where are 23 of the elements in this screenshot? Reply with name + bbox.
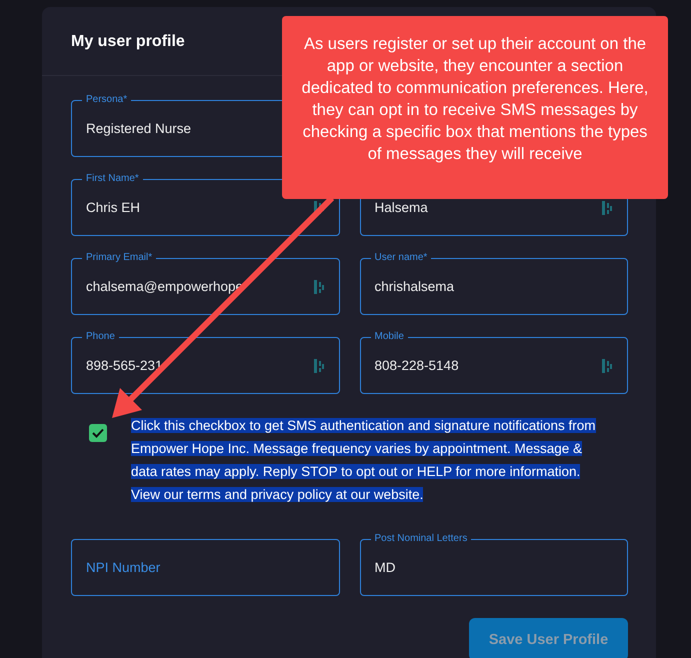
field-value: MD bbox=[374, 560, 396, 575]
field-value: Chris EH bbox=[86, 200, 142, 215]
autofill-icon[interactable] bbox=[601, 358, 613, 374]
input-field[interactable]: Mobile 808-228-5148 bbox=[360, 330, 628, 394]
field-value: chalsema@empowerhope bbox=[86, 279, 244, 294]
field-value: 808-228-5148 bbox=[374, 358, 460, 373]
field-value: chrishalsema bbox=[374, 279, 456, 294]
autofill-icon[interactable] bbox=[312, 358, 324, 374]
field-label: Primary Email* bbox=[82, 252, 156, 264]
input-field[interactable]: Primary Email* chalsema@empowerhope bbox=[71, 251, 340, 315]
page-title: My user profile bbox=[71, 33, 185, 50]
field-value: 898-565-231 bbox=[86, 358, 164, 373]
autofill-icon[interactable] bbox=[312, 278, 324, 294]
field-placeholder: NPI Number bbox=[86, 560, 162, 575]
field-value: Halsema bbox=[374, 200, 429, 215]
consent-text: Click this checkbox to get SMS authentication and signature notifications from Empower Hope Inc. Message frequency varies by appointment. Message & data rates may apply. Reply STOP to opt out or HELP for more information. View our terms and privacy policy at our website. bbox=[131, 417, 596, 504]
input-field[interactable]: Phone 898-565-231 bbox=[71, 330, 340, 394]
input-field[interactable]: NPI Number bbox=[71, 532, 340, 596]
input-field[interactable]: User name* chrishalsema bbox=[360, 251, 628, 315]
autofill-icon[interactable] bbox=[601, 200, 613, 216]
input-field[interactable]: Post Nominal Letters MD bbox=[360, 532, 628, 596]
sms-checkbox[interactable] bbox=[89, 424, 107, 442]
annotation-tooltip: As users register or set up their account on the app or website, they encounter a section dedicated to communication preferences. Here, they can opt in to receive SMS messages by checking a specific box that mentions the types of messages they will receive bbox=[282, 16, 668, 199]
